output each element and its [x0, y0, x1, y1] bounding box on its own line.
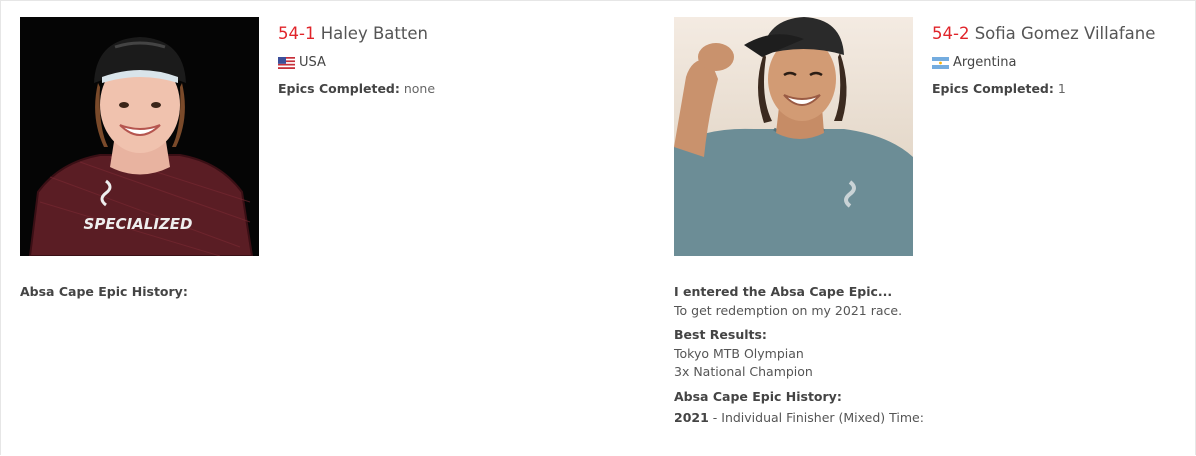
rider-info-1: 54-1 Haley Batten USA Epics Completed: n… [278, 23, 435, 97]
rider-title: 54-1 Haley Batten [278, 23, 435, 45]
entered-heading: I entered the Absa Cape Epic... [674, 284, 893, 299]
best-result-item: 3x National Champion [674, 364, 813, 379]
history-heading: Absa Cape Epic History: [20, 284, 188, 299]
rider-photo-sofia-gomez-villafane [674, 17, 913, 256]
country-name: Argentina [953, 55, 1017, 70]
rider-number: 54-1 [278, 24, 316, 43]
rider-title: 54-2 Sofia Gomez Villafane [932, 23, 1155, 45]
best-result-item: Tokyo MTB Olympian [674, 345, 804, 361]
epics-value: 1 [1057, 81, 1066, 96]
us-flag-icon [278, 57, 295, 69]
country-name: USA [299, 55, 326, 70]
argentina-flag-icon [932, 57, 949, 69]
rider-country: USA [278, 55, 435, 71]
history-text: - Individual Finisher (Mixed) Time: [708, 410, 924, 425]
history-year: 2021 [674, 410, 709, 425]
rider-name: Sofia Gomez Villafane [974, 24, 1156, 43]
history-item: 2021 - Individual Finisher (Mixed) Time: [674, 409, 924, 428]
rider-name: Haley Batten [320, 24, 428, 43]
epics-label: Epics Completed: [278, 81, 400, 96]
epics-value: none [403, 81, 436, 96]
jersey-text: SPECIALIZED [84, 215, 193, 233]
epics-completed: Epics Completed: 1 [932, 81, 1155, 97]
epics-completed: Epics Completed: none [278, 81, 435, 97]
history-heading: Absa Cape Epic History: [674, 388, 842, 404]
best-results-heading: Best Results: [674, 327, 767, 342]
rider-number: 54-2 [932, 24, 970, 43]
rider-details-1: Absa Cape Epic History: [20, 283, 188, 302]
rider-photo-haley-batten: SPECIALIZED [20, 17, 259, 256]
rider-country: Argentina [932, 55, 1155, 71]
entered-text: To get redemption on my 2021 race. [674, 302, 903, 318]
rider-info-2: 54-2 Sofia Gomez Villafane Argentina Epi… [932, 23, 1155, 97]
rider-details-2: I entered the Absa Cape Epic... To get r… [674, 283, 924, 428]
epics-label: Epics Completed: [932, 81, 1054, 96]
